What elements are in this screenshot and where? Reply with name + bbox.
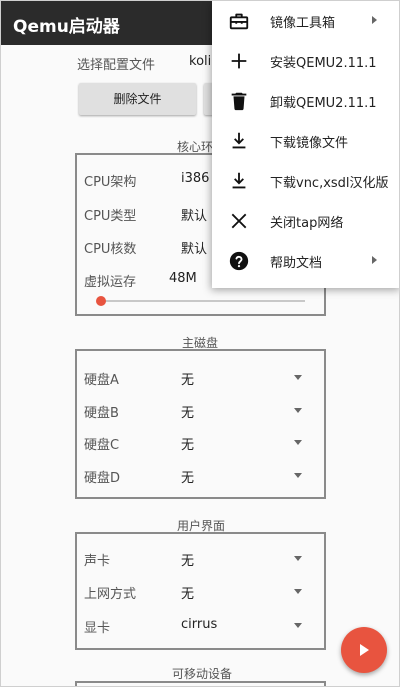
chevron-down-icon[interactable] — [294, 440, 302, 445]
delete-file-button[interactable]: 删除文件 — [79, 83, 196, 115]
submenu-arrow-icon — [372, 256, 377, 264]
network-select[interactable]: 无 — [181, 583, 194, 602]
memory-label: 虚拟运存 — [84, 275, 137, 290]
config-file-label: 选择配置文件 — [77, 58, 156, 73]
cpu-arch-label: CPU架构 — [84, 175, 137, 190]
disk-b-label: 硬盘B — [84, 406, 119, 421]
config-file-select[interactable]: koli — [189, 54, 211, 69]
chevron-down-icon[interactable] — [294, 408, 302, 413]
chevron-down-icon[interactable] — [294, 375, 302, 380]
help-icon — [229, 251, 249, 271]
chevron-down-icon[interactable] — [294, 589, 302, 594]
overflow-menu: 镜像工具箱 安装QEMU2.11.1 卸载QEMU2.11.1 下载镜像文件 下… — [212, 1, 399, 288]
chevron-down-icon[interactable] — [294, 556, 302, 561]
start-fab-button[interactable] — [341, 627, 387, 673]
toolbox-icon — [229, 13, 249, 30]
menu-item-help-docs[interactable]: 帮助文档 — [212, 241, 399, 281]
menu-item-label: 关闭tap网络 — [270, 216, 344, 231]
ui-panel: 声卡 无 上网方式 无 显卡 cirrus — [75, 532, 326, 650]
close-icon — [231, 213, 247, 229]
disk-a-select[interactable]: 无 — [181, 369, 194, 388]
disk-d-select[interactable]: 无 — [181, 467, 194, 486]
menu-item-label: 下载vnc,xsdl汉化版 — [270, 176, 389, 191]
app-title: Qemu启动器 — [13, 17, 120, 37]
trash-icon — [231, 92, 247, 111]
cpu-type-select[interactable]: 默认 — [181, 205, 207, 224]
main-disk-panel: 硬盘A 无 硬盘B 无 硬盘C 无 硬盘D 无 — [75, 349, 326, 499]
network-label: 上网方式 — [84, 587, 137, 602]
app-screen: Qemu启动器 选择配置文件 koli 删除文件 核心环 CPU架构 i386 … — [0, 0, 400, 687]
cpu-cores-label: CPU核数 — [84, 242, 137, 257]
disk-c-select[interactable]: 无 — [181, 434, 194, 453]
menu-item-uninstall-qemu[interactable]: 卸载QEMU2.11.1 — [212, 81, 399, 121]
menu-item-download-image[interactable]: 下载镜像文件 — [212, 121, 399, 161]
menu-item-image-toolbox[interactable]: 镜像工具箱 — [212, 1, 399, 41]
play-icon — [360, 644, 369, 656]
menu-item-label: 卸载QEMU2.11.1 — [270, 96, 377, 111]
removable-panel — [75, 681, 326, 686]
menu-item-close-tap-network[interactable]: 关闭tap网络 — [212, 201, 399, 241]
menu-item-label: 下载镜像文件 — [270, 136, 349, 151]
chevron-down-icon[interactable] — [294, 623, 302, 628]
submenu-arrow-icon — [372, 16, 377, 24]
menu-item-label: 镜像工具箱 — [270, 16, 336, 31]
disk-a-label: 硬盘A — [84, 373, 119, 388]
disk-c-label: 硬盘C — [84, 438, 120, 453]
memory-slider-thumb[interactable] — [96, 296, 106, 306]
sound-card-select[interactable]: 无 — [181, 550, 194, 569]
sound-card-label: 声卡 — [84, 554, 111, 569]
download-icon — [232, 132, 246, 149]
cpu-type-label: CPU类型 — [84, 209, 137, 224]
chevron-down-icon[interactable] — [294, 473, 302, 478]
menu-item-install-qemu[interactable]: 安装QEMU2.11.1 — [212, 41, 399, 81]
display-card-select[interactable]: cirrus — [181, 617, 217, 632]
disk-b-select[interactable]: 无 — [181, 402, 194, 421]
disk-d-label: 硬盘D — [84, 471, 121, 486]
menu-item-download-vnc-xsdl[interactable]: 下载vnc,xsdl汉化版 — [212, 161, 399, 201]
menu-item-label: 安装QEMU2.11.1 — [270, 56, 377, 71]
display-card-label: 显卡 — [84, 621, 111, 636]
plus-icon — [231, 53, 247, 69]
removable-section-title: 可移动设备 — [172, 667, 233, 681]
menu-item-label: 帮助文档 — [270, 256, 323, 271]
cpu-arch-select[interactable]: i386 — [181, 171, 209, 186]
download-icon — [232, 172, 246, 189]
memory-value: 48M — [169, 271, 197, 286]
cpu-cores-select[interactable]: 默认 — [181, 238, 207, 257]
memory-slider-track[interactable] — [98, 300, 305, 302]
